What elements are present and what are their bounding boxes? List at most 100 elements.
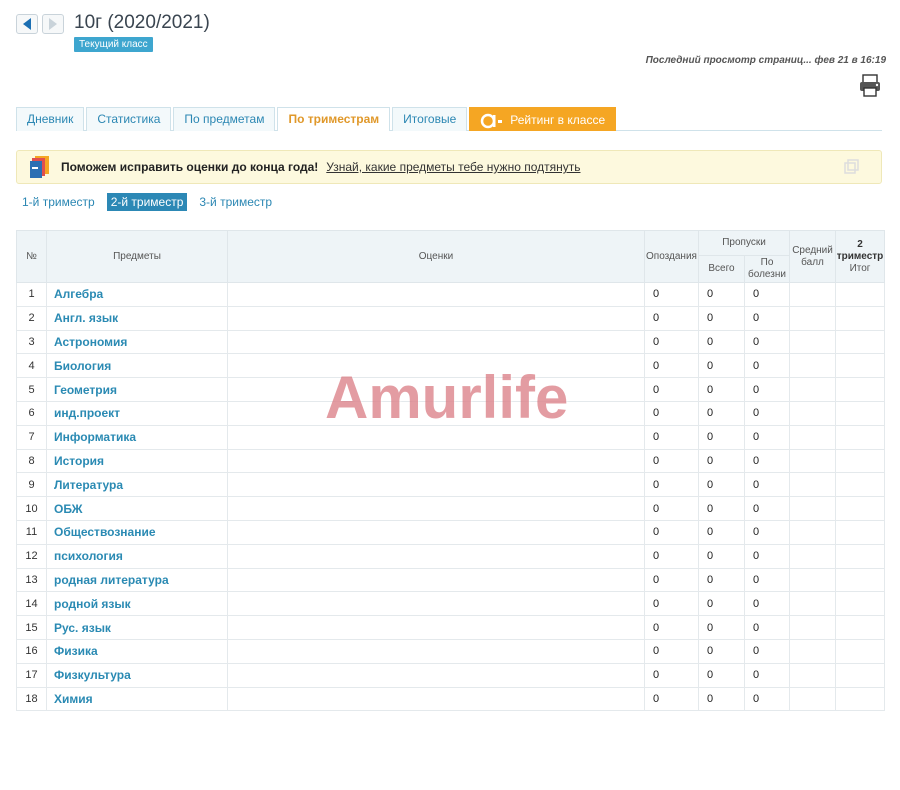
absences-total-cell: 0	[698, 543, 745, 569]
result-cell	[835, 448, 886, 474]
subject-link[interactable]: Информатика	[46, 424, 228, 450]
print-icon[interactable]	[858, 72, 884, 98]
absences-sick-cell: 0	[743, 400, 791, 426]
absences-total-cell: 0	[698, 638, 745, 664]
tab-by-subjects[interactable]: По предметам	[173, 107, 276, 131]
tab-diary[interactable]: Дневник	[16, 107, 85, 131]
absences-total-cell: 0	[698, 591, 745, 617]
row-number: 5	[16, 377, 47, 402]
next-year-button[interactable]	[42, 14, 64, 34]
prev-year-button[interactable]	[16, 14, 38, 34]
absences-total-cell: 0	[698, 282, 745, 307]
row-number: 1	[16, 282, 47, 307]
average-cell	[789, 662, 837, 688]
result-cell	[835, 567, 886, 593]
subject-link[interactable]: Алгебра	[46, 282, 228, 307]
late-cell: 0	[644, 662, 699, 688]
absences-sick-cell: 0	[743, 567, 791, 593]
result-cell	[835, 472, 886, 498]
tab-final[interactable]: Итоговые	[392, 107, 468, 131]
late-cell: 0	[644, 543, 699, 569]
average-cell	[789, 424, 837, 450]
subject-link[interactable]: психология	[46, 543, 228, 569]
subject-link[interactable]: Астрономия	[46, 329, 228, 355]
banner-link[interactable]: Узнай, какие предметы тебе нужно подтяну…	[326, 160, 580, 174]
row-number: 3	[16, 329, 47, 355]
result-cell	[835, 353, 886, 379]
late-cell: 0	[644, 353, 699, 379]
close-icon[interactable]	[843, 159, 859, 175]
tab-by-trimesters[interactable]: По триместрам	[277, 107, 391, 131]
average-cell	[789, 591, 837, 617]
last-view-text: Последний просмотр страниц... фев 21 в 1…	[645, 55, 886, 66]
late-cell: 0	[644, 282, 699, 307]
trimester-2-link[interactable]: 2-й триместр	[106, 193, 188, 211]
current-class-badge: Текущий класс	[74, 37, 153, 52]
header-trimester: 2 триместр	[836, 238, 884, 262]
trimester-1-link[interactable]: 1-й триместр	[22, 193, 99, 211]
grades-cell	[227, 400, 645, 426]
result-cell	[835, 638, 886, 664]
result-cell	[835, 496, 886, 521]
average-cell	[789, 329, 837, 355]
average-cell	[789, 638, 837, 664]
table-row: 16 Физика 0 0 0	[16, 638, 886, 664]
result-cell	[835, 591, 886, 617]
result-cell	[835, 400, 886, 426]
grades-cell	[227, 329, 645, 355]
result-cell	[835, 377, 886, 402]
late-cell: 0	[644, 424, 699, 450]
average-cell	[789, 519, 837, 545]
table-row: 1 Алгебра 0 0 0	[16, 282, 886, 307]
subject-link[interactable]: История	[46, 448, 228, 474]
tab-statistics[interactable]: Статистика	[86, 107, 172, 131]
subject-link[interactable]: Литература	[46, 472, 228, 498]
subject-link[interactable]: Физика	[46, 638, 228, 664]
subject-link[interactable]: ОБЖ	[46, 496, 228, 521]
subject-link[interactable]: Англ. язык	[46, 305, 228, 331]
table-row: 18 Химия 0 0 0	[16, 686, 886, 712]
absences-sick-cell: 0	[743, 638, 791, 664]
header-sick: По болезни	[743, 255, 791, 283]
grades-cell	[227, 567, 645, 593]
subject-link[interactable]: родной язык	[46, 591, 228, 617]
grades-cell	[227, 591, 645, 617]
tab-class-rating[interactable]: Рейтинг в классе	[469, 107, 617, 131]
absences-sick-cell: 0	[743, 686, 791, 712]
absences-sick-cell: 0	[743, 353, 791, 379]
table-row: 13 родная литература 0 0 0	[16, 567, 886, 593]
subject-link[interactable]: Биология	[46, 353, 228, 379]
absences-sick-cell: 0	[743, 615, 791, 640]
late-cell: 0	[644, 448, 699, 474]
subject-link[interactable]: Обществознание	[46, 519, 228, 545]
table-row: 6 инд.проект 0 0 0	[16, 400, 886, 426]
subject-link[interactable]: Рус. язык	[46, 615, 228, 640]
absences-sick-cell: 0	[743, 448, 791, 474]
grades-cell	[227, 686, 645, 712]
page-header: 10г (2020/2021) Текущий класс Последний …	[16, 10, 886, 100]
table-row: 11 Обществознание 0 0 0	[16, 519, 886, 545]
grades-cell	[227, 472, 645, 498]
subject-link[interactable]: Химия	[46, 686, 228, 712]
absences-total-cell: 0	[698, 400, 745, 426]
subject-link[interactable]: родная литература	[46, 567, 228, 593]
average-cell	[789, 472, 837, 498]
grades-cell	[227, 543, 645, 569]
subject-link[interactable]: Геометрия	[46, 377, 228, 402]
result-cell	[835, 662, 886, 688]
average-cell	[789, 305, 837, 331]
row-number: 8	[16, 448, 47, 474]
late-cell: 0	[644, 615, 699, 640]
absences-total-cell: 0	[698, 686, 745, 712]
table-row: 4 Биология 0 0 0	[16, 353, 886, 379]
average-cell	[789, 400, 837, 426]
help-banner: Поможем исправить оценки до конца года! …	[16, 150, 882, 184]
trimester-3-link[interactable]: 3-й триместр	[195, 193, 276, 211]
subject-link[interactable]: инд.проект	[46, 400, 228, 426]
row-number: 2	[16, 305, 47, 331]
result-cell	[835, 615, 886, 640]
tab-class-rating-label: Рейтинг в классе	[510, 112, 606, 127]
header-result: Итог	[849, 262, 871, 274]
subject-link[interactable]: Физкультура	[46, 662, 228, 688]
rating-logo-icon	[481, 113, 503, 128]
